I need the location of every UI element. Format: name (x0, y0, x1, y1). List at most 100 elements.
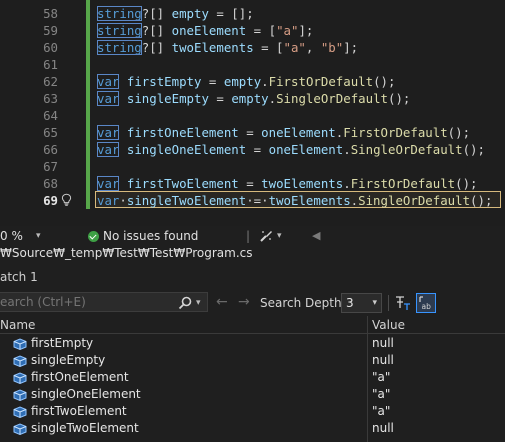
code-line[interactable]: 65 var firstOneElement = oneElement.First… (0, 124, 505, 141)
watch-row-value[interactable]: null (372, 352, 394, 369)
chevron-down-icon: ▾ (372, 298, 377, 308)
code-line[interactable]: 66 var singleOneElement = oneElement.Sing… (0, 141, 505, 158)
code-token: FirstOrDefault (268, 74, 374, 89)
code-editor[interactable]: 58 string?[] empty = []; 59 string?[] oneEl… (0, 0, 505, 226)
code-token: string (97, 23, 142, 38)
watch-row[interactable]: firstTwoElement "a" (0, 403, 505, 420)
watch-row[interactable]: singleOneElement "a" (0, 386, 505, 403)
watch-row-value[interactable]: "a" (372, 403, 390, 420)
code-text[interactable]: var firstTwoElement = twoElements.FirstO… (97, 175, 478, 192)
code-token: . (268, 91, 277, 106)
code-token: firstOneElement (126, 125, 239, 140)
search-dropdown[interactable]: ▾ (178, 296, 206, 310)
line-number: 58 (43, 6, 58, 21)
code-token: (); (388, 91, 411, 106)
arrow-left-icon[interactable]: ← (216, 294, 228, 310)
code-text[interactable]: var singleEmpty = empty.SingleOrDefault(… (97, 90, 410, 107)
object-icon (13, 355, 27, 367)
code-token: = (201, 74, 224, 89)
pin-icon[interactable] (393, 293, 413, 313)
code-text[interactable]: var singleOneElement = oneElement.Single… (97, 141, 485, 158)
search-depth-select[interactable]: 3 ▾ (341, 293, 382, 313)
watch-row[interactable]: firstOneElement "a" (0, 369, 505, 386)
code-text[interactable]: string?[] twoElements = ["a", "b"]; (97, 39, 358, 56)
issues-status[interactable]: No issues found (103, 226, 198, 246)
watch-row-name: firstEmpty (31, 336, 94, 350)
code-token: = []; (208, 6, 254, 21)
watch-window[interactable]: atch 1 ▾ ← → Search Depth: 3 ▾ (0, 262, 505, 442)
code-line[interactable]: 69 var·singleTwoElement·=·twoElements.Sin… (0, 192, 505, 209)
code-line[interactable]: 63 var singleEmpty = empty.SingleOrDefaul… (0, 90, 505, 107)
code-token: var (97, 142, 120, 157)
code-line[interactable]: 62 var firstEmpty = empty.FirstOrDefault(… (0, 73, 505, 90)
code-token: firstTwoElement (126, 176, 239, 191)
search-input[interactable] (0, 295, 170, 309)
code-token: singleOneElement (126, 142, 247, 157)
code-token: oneElement (171, 23, 247, 38)
code-text[interactable]: string?[] empty = []; (97, 5, 254, 22)
code-token: · (119, 193, 127, 208)
text-visualizer-icon[interactable]: ab (416, 293, 436, 313)
object-icon (13, 389, 27, 401)
code-token: FirstOrDefault (343, 125, 448, 140)
watch-search-box[interactable]: ▾ (0, 292, 208, 312)
code-token: (); (470, 193, 493, 208)
arrow-right-icon[interactable]: → (238, 294, 250, 310)
code-line[interactable]: 59 string?[] oneElement = ["a"]; (0, 22, 505, 39)
code-token: var (97, 176, 120, 191)
code-line[interactable]: 58 string?[] empty = []; (0, 5, 505, 22)
code-token: SingleOrDefault (350, 142, 463, 157)
chevron-left-icon[interactable]: ◀ (312, 226, 320, 246)
status-divider: | (246, 229, 251, 243)
code-token: (); (447, 125, 471, 140)
check-circle-icon (88, 231, 99, 242)
toolbar-separator (388, 295, 389, 311)
code-token: SingleOrDefault (358, 193, 471, 208)
code-token: var (97, 74, 120, 89)
code-token: = (238, 176, 262, 191)
watch-row[interactable]: singleEmpty null (0, 352, 505, 369)
code-line[interactable]: 67 (0, 158, 505, 175)
line-number: 69 (43, 193, 58, 208)
code-text[interactable]: var firstEmpty = empty.FirstOrDefault(); (97, 73, 395, 90)
code-token: singleEmpty (126, 91, 209, 106)
code-token: var (97, 91, 120, 106)
watch-row-value[interactable]: "a" (372, 369, 390, 386)
code-token: . (261, 74, 269, 89)
watch-row[interactable]: firstEmpty null (0, 335, 505, 352)
code-token: ]; (298, 23, 314, 38)
watch-row-value[interactable]: null (372, 420, 394, 437)
code-line[interactable]: 68 var firstTwoElement = twoElements.Firs… (0, 175, 505, 192)
code-line[interactable]: 61 (0, 56, 505, 73)
watch-row-name: singleTwoElement (31, 421, 139, 435)
lightbulb-icon[interactable] (60, 193, 73, 206)
watch-row-value[interactable]: null (372, 335, 394, 352)
code-token: = (238, 125, 262, 140)
watch-column-header: Name Value (0, 316, 505, 334)
column-header-name[interactable]: Name (0, 316, 35, 334)
watch-row-value[interactable]: "a" (372, 386, 390, 403)
code-token: ?[] (141, 6, 172, 21)
search-icon[interactable] (178, 296, 192, 310)
code-token: FirstOrDefault (350, 176, 456, 191)
code-line[interactable]: 60 string?[] twoElements = ["a", "b"]; (0, 39, 505, 56)
brush-icon[interactable] (259, 229, 274, 243)
chevron-down-icon[interactable]: ▾ (277, 226, 282, 246)
chevron-down-icon[interactable]: ▾ (36, 226, 41, 246)
file-path-bar: ₩Source₩_temp₩Test₩Test₩Program.cs (0, 246, 505, 262)
object-icon (13, 423, 27, 435)
code-text[interactable]: string?[] oneElement = ["a"]; (97, 22, 313, 39)
column-header-value[interactable]: Value (372, 316, 405, 334)
code-token: "b" (320, 40, 344, 55)
code-token: string (97, 6, 142, 21)
watch-row[interactable]: singleTwoElement null (0, 420, 505, 437)
zoom-level[interactable]: 0 % (0, 226, 23, 246)
chevron-down-icon[interactable]: ▾ (196, 294, 201, 312)
code-text[interactable]: var·singleTwoElement·=·twoElements.Singl… (97, 192, 492, 209)
code-line[interactable]: 64 (0, 107, 505, 124)
code-text[interactable]: var firstOneElement = oneElement.FirstOr… (97, 124, 470, 141)
code-token: empty (223, 74, 262, 89)
